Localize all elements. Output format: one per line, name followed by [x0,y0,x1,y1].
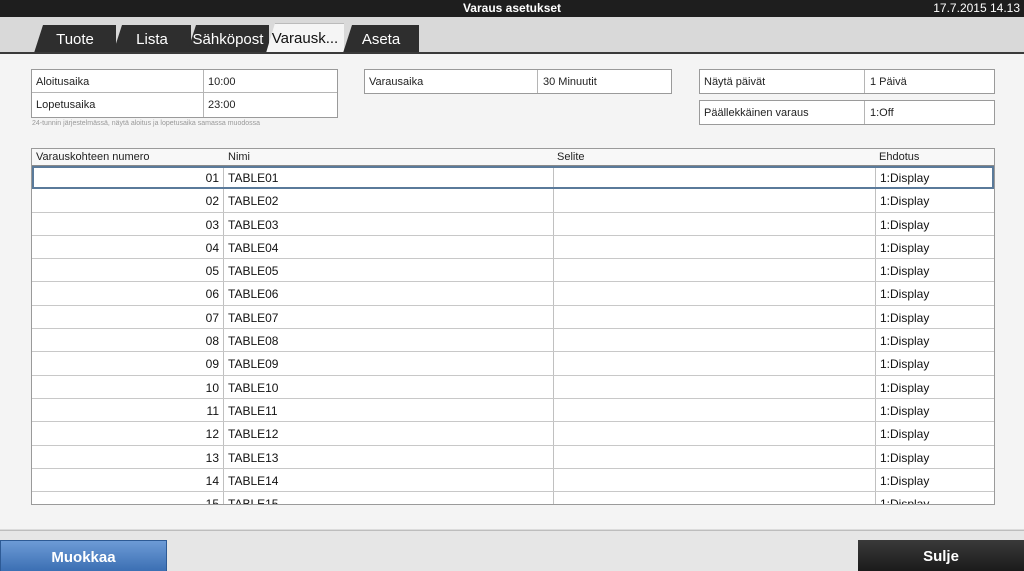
row-suggestion: 1:Display [880,497,930,505]
time-format-hint: 24-tunnin järjestelmässä, näytä aloitus … [32,120,261,127]
table-row[interactable]: 03 TABLE03 1:Display [32,213,994,236]
row-name: TABLE09 [228,357,279,372]
table-row[interactable]: 12 TABLE12 1:Display [32,422,994,446]
table-row[interactable]: 08 TABLE08 1:Display [32,329,994,353]
duration-label: Varausaika [369,76,424,88]
row-number: 13 [205,450,219,465]
table-body: 01 TABLE01 1:Display 02 TABLE02 1:Display 03 TA… [32,166,994,505]
tab-lista[interactable]: Lista [113,25,191,53]
table-row[interactable]: 15 TABLE15 1:Display [32,492,994,505]
duration-box[interactable]: Varausaika 30 Minuutit [364,69,672,94]
title-bar: Varaus asetukset 17.7.2015 14.13 [0,0,1024,17]
start-time-label: Aloitusaika [36,76,90,88]
row-number: 14 [205,473,219,488]
row-suggestion: 1:Display [880,310,930,325]
row-name: TABLE04 [228,240,279,255]
show-days-label: Näytä päivät [704,76,766,88]
table-header: Varauskohteen numero Nimi Selite Ehdotus [32,149,994,166]
end-time-value[interactable]: 23:00 [208,99,236,111]
tab-tuote[interactable]: Tuote [34,25,116,53]
table-row[interactable]: 02 TABLE02 1:Display [32,189,994,213]
column-header-description[interactable]: Selite [557,151,585,163]
row-number: 02 [205,194,219,209]
table-row[interactable]: 14 TABLE14 1:Display [32,469,994,493]
row-name: TABLE02 [228,194,279,209]
row-suggestion: 1:Display [880,403,930,418]
table-row[interactable]: 10 TABLE10 1:Display [32,376,994,399]
close-button[interactable]: Sulje [858,540,1024,571]
table-row[interactable]: 05 TABLE05 1:Display [32,259,994,283]
row-name: TABLE11 [228,403,278,418]
row-suggestion: 1:Display [880,450,930,465]
overlap-box[interactable]: Päällekkäinen varaus 1:Off [699,100,995,125]
table-row[interactable]: 04 TABLE04 1:Display [32,236,994,260]
table-row[interactable]: 13 TABLE13 1:Display [32,446,994,469]
tab-aseta[interactable]: Aseta [343,25,419,53]
row-number: 12 [205,427,219,442]
edit-button[interactable]: Muokkaa [0,540,167,571]
table-row[interactable]: 11 TABLE11 1:Display [32,399,994,423]
row-number: 03 [205,217,219,232]
row-number: 08 [205,334,219,349]
row-name: TABLE15 [228,497,279,505]
row-suggestion: 1:Display [880,240,930,255]
table-row[interactable]: 07 TABLE07 1:Display [32,306,994,330]
row-suggestion: 1:Display [880,473,930,488]
row-number: 04 [205,240,219,255]
table-row[interactable]: 01 TABLE01 1:Display [32,166,994,190]
row-name: TABLE12 [228,427,279,442]
row-name: TABLE01 [228,171,279,185]
row-name: TABLE08 [228,334,279,349]
row-number: 06 [205,287,219,302]
row-number: 10 [205,380,219,395]
row-name: TABLE06 [228,287,279,302]
time-range-box: Aloitusaika 10:00 Lopetusaika 23:00 [31,69,338,118]
bottom-bar: Muokkaa Sulje [0,530,1024,571]
row-suggestion: 1:Display [880,217,930,232]
duration-value[interactable]: 30 Minuutit [543,76,597,88]
row-name: TABLE03 [228,217,279,232]
row-suggestion: 1:Display [880,264,930,279]
clock: 17.7.2015 14.13 [933,1,1020,15]
row-name: TABLE14 [228,473,279,488]
row-suggestion: 1:Display [880,427,930,442]
row-name: TABLE07 [228,310,279,325]
tab-sahkoposti[interactable]: Sähköpost [187,25,269,53]
row-number: 11 [206,403,219,418]
table-row[interactable]: 09 TABLE09 1:Display [32,352,994,376]
row-number: 09 [205,357,219,372]
window-title: Varaus asetukset [462,1,562,15]
show-days-value[interactable]: 1 Päivä [870,76,907,88]
row-number: 15 [205,497,219,505]
row-suggestion: 1:Display [880,171,930,185]
column-header-name[interactable]: Nimi [228,151,250,163]
row-suggestion: 1:Display [880,287,930,302]
overlap-label: Päällekkäinen varaus [704,107,809,119]
row-name: TABLE13 [228,450,279,465]
row-suggestion: 1:Display [880,194,930,209]
tab-varauskohde[interactable]: Varausk... [266,23,344,53]
start-time-value[interactable]: 10:00 [208,76,236,88]
overlap-value[interactable]: 1:Off [870,107,894,119]
row-number: 05 [205,264,219,279]
tab-strip: Tuote Lista Sähköpost Varausk... Aseta [0,17,1024,53]
row-suggestion: 1:Display [880,334,930,349]
end-time-row[interactable]: Lopetusaika 23:00 [32,93,337,116]
row-name: TABLE05 [228,264,279,279]
row-name: TABLE10 [228,380,279,395]
column-header-number[interactable]: Varauskohteen numero [36,151,150,163]
table-row[interactable]: 06 TABLE06 1:Display [32,282,994,306]
row-number: 01 [205,171,219,185]
row-suggestion: 1:Display [880,380,930,395]
start-time-row[interactable]: Aloitusaika 10:00 [32,70,337,93]
row-number: 07 [205,310,219,325]
show-days-box[interactable]: Näytä päivät 1 Päivä [699,69,995,94]
end-time-label: Lopetusaika [36,99,96,111]
reservation-table: Varauskohteen numero Nimi Selite Ehdotus… [31,148,995,505]
row-suggestion: 1:Display [880,357,930,372]
column-header-suggestion[interactable]: Ehdotus [879,151,919,163]
